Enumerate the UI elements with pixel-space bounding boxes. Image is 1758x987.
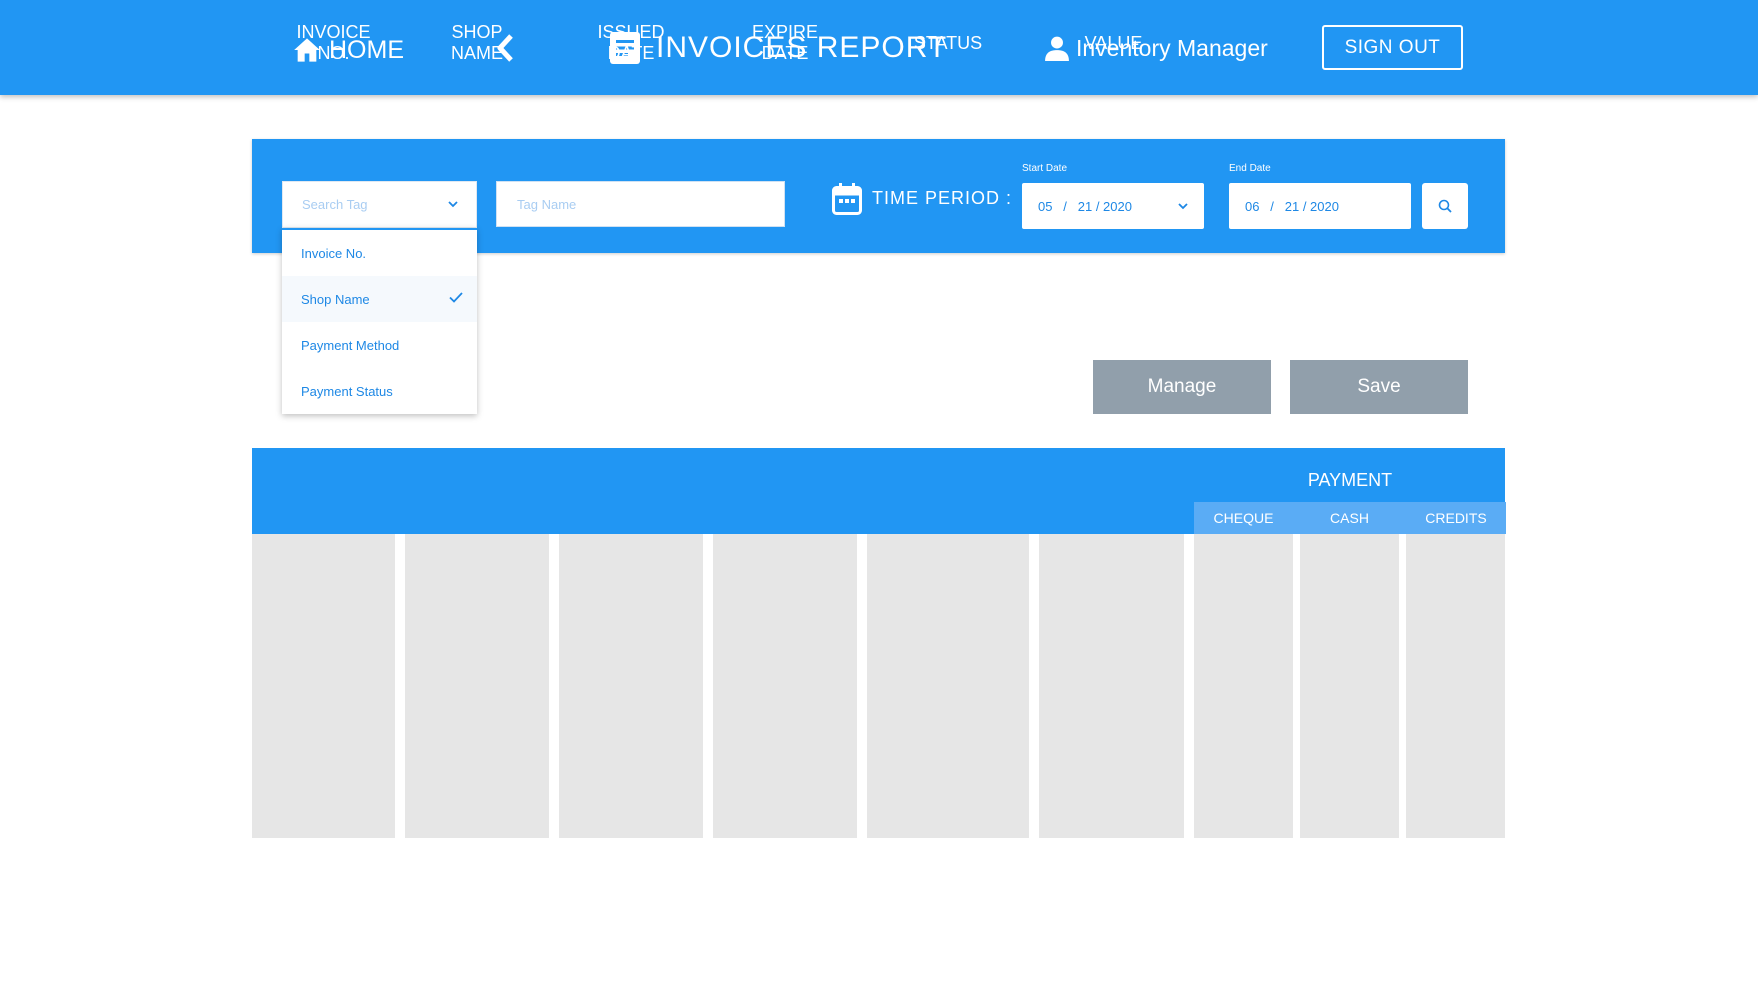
calendar-icon — [832, 183, 862, 215]
header-line: NAME — [450, 43, 503, 63]
start-date-picker[interactable]: 05 / 21 / 2020 — [1022, 183, 1204, 229]
header-line: ISSUED — [597, 22, 665, 42]
search-tag-select[interactable]: Search Tag — [282, 181, 477, 228]
header-line: VALUE — [1084, 32, 1143, 53]
end-date-value: 06 / 21 / 2020 — [1245, 198, 1339, 214]
column-header-shop-name[interactable]: SHOP NAME — [405, 0, 549, 86]
header-line: EXPIRE — [751, 22, 819, 42]
header-line: NO. — [317, 43, 350, 63]
start-date-value: 05 / 21 / 2020 — [1038, 198, 1132, 214]
time-period-label: TIME PERIOD : — [872, 188, 1013, 208]
table-column-status — [867, 534, 1029, 838]
table-column-credits — [1406, 534, 1505, 838]
save-button[interactable]: Save — [1290, 360, 1468, 414]
search-tag-placeholder: Search Tag — [302, 197, 368, 212]
table-column-issued-date — [559, 534, 703, 838]
column-header-credits[interactable]: CREDITS — [1406, 502, 1506, 534]
tag-name-input[interactable] — [496, 181, 785, 227]
table-column-invoice-no — [252, 534, 395, 838]
dropdown-item-payment-status[interactable]: Payment Status — [282, 368, 477, 414]
column-header-issued-date[interactable]: ISSUED DATE — [559, 0, 703, 86]
manage-button[interactable]: Manage — [1093, 360, 1271, 414]
dropdown-item-label: Payment Method — [301, 337, 400, 353]
search-tag-dropdown: Invoice No. Shop Name Payment Method Pay… — [282, 228, 477, 414]
check-icon — [449, 292, 463, 303]
dropdown-item-label: Shop Name — [301, 291, 370, 307]
dropdown-item-shop-name[interactable]: Shop Name — [282, 276, 477, 322]
end-date-picker[interactable]: 06 / 21 / 2020 — [1229, 183, 1411, 229]
dropdown-item-label: Payment Status — [301, 383, 393, 399]
column-header-payment: PAYMENT — [1307, 470, 1393, 490]
dropdown-item-invoice-no[interactable]: Invoice No. — [282, 230, 477, 276]
column-header-cheque[interactable]: CHEQUE — [1194, 502, 1293, 534]
table-column-shop-name — [405, 534, 549, 838]
header-line: SHOP — [451, 22, 503, 42]
column-header-invoice-no[interactable]: INVOICE NO. — [252, 0, 415, 86]
sign-out-button[interactable]: SIGN OUT — [1322, 25, 1463, 70]
chevron-down-icon — [448, 201, 458, 208]
column-header-expire-date[interactable]: EXPIRE DATE — [713, 0, 857, 86]
column-header-cash[interactable]: CASH — [1300, 502, 1399, 534]
header-line: INVOICE — [296, 22, 371, 42]
header-line: DATE — [761, 43, 809, 63]
header-line: STATUS — [913, 32, 983, 53]
table-column-cheque — [1194, 534, 1293, 838]
column-header-value[interactable]: VALUE — [1039, 0, 1188, 86]
search-icon — [1438, 199, 1452, 213]
table-column-expire-date — [713, 534, 857, 838]
table-column-cash — [1300, 534, 1399, 838]
table-column-value — [1039, 534, 1184, 838]
dropdown-item-label: Invoice No. — [301, 245, 367, 261]
end-date-label: End Date — [1229, 163, 1271, 174]
search-button[interactable] — [1422, 183, 1468, 229]
chevron-down-icon — [1178, 203, 1188, 210]
column-header-status[interactable]: STATUS — [867, 0, 1029, 86]
start-date-label: Start Date — [1022, 163, 1068, 174]
header-line: DATE — [607, 43, 655, 63]
dropdown-item-payment-method[interactable]: Payment Method — [282, 322, 477, 368]
